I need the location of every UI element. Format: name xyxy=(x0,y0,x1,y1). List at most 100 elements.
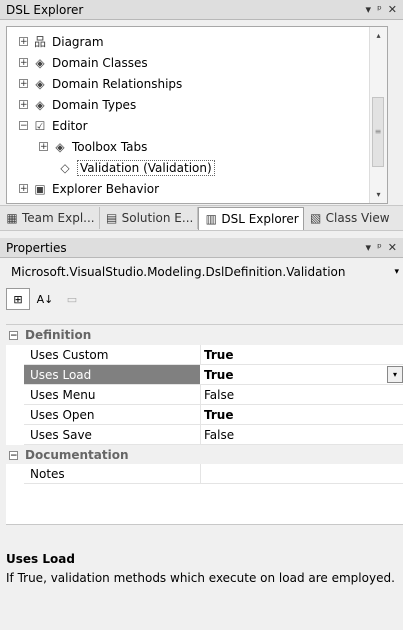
value-dropdown-icon[interactable]: ▾ xyxy=(387,366,403,383)
alphabetical-button[interactable]: A↓ xyxy=(33,288,57,310)
explorer-menu-icon[interactable]: ▾ xyxy=(366,3,372,16)
property-pages-icon: ▭ xyxy=(66,292,78,306)
description-title: Uses Load xyxy=(6,552,75,566)
expand-icon[interactable]: + xyxy=(39,142,48,152)
category-label: Definition xyxy=(25,328,92,342)
properties-menu-icon[interactable]: ▾ xyxy=(366,241,372,254)
diagram-icon: 品 xyxy=(33,35,46,49)
domain-type-icon: ◈ xyxy=(35,97,45,112)
tree-node-domain-relationships[interactable]: + ◈ Domain Relationships xyxy=(19,74,182,93)
expand-icon[interactable]: + xyxy=(19,184,28,194)
property-grid-empty-area xyxy=(6,484,403,525)
editor-icon: ☑ xyxy=(34,118,46,133)
tab-solution-explorer[interactable]: ▤ Solution E... xyxy=(100,207,199,229)
object-selector-value: Microsoft.VisualStudio.Modeling.DslDefin… xyxy=(11,265,346,279)
tree-node-explorer-behavior[interactable]: + ▣ Explorer Behavior xyxy=(19,179,159,198)
tree-node-label: Domain Relationships xyxy=(52,76,183,91)
collapse-icon[interactable]: − xyxy=(9,330,18,340)
explorer-pin-icon[interactable]: ᵖ xyxy=(377,3,382,16)
explorer-close-icon[interactable]: ✕ xyxy=(388,3,397,16)
toolbox-tabs-icon: ◈ xyxy=(55,139,65,154)
property-value[interactable]: True xyxy=(204,408,233,422)
property-grid: − Definition Uses Custom True Uses Load … xyxy=(6,324,403,465)
property-row-uses-open[interactable]: Uses Open True xyxy=(6,405,403,425)
expand-icon[interactable]: + xyxy=(19,100,28,110)
expand-icon[interactable]: + xyxy=(19,37,28,47)
tab-team-explorer[interactable]: ▦ Team Expl... xyxy=(0,207,100,229)
category-label: Documentation xyxy=(25,448,129,462)
tree-node-label: Domain Types xyxy=(52,97,137,112)
tree-node-diagram[interactable]: + 品 Diagram xyxy=(19,32,104,51)
description-pane: Uses Load If True, validation methods wh… xyxy=(6,550,403,630)
properties-pin-icon[interactable]: ᵖ xyxy=(377,241,382,254)
collapse-icon[interactable]: − xyxy=(19,121,28,131)
object-selector[interactable]: Microsoft.VisualStudio.Modeling.DslDefin… xyxy=(5,260,401,284)
property-value[interactable]: True xyxy=(204,368,233,382)
tree-node-domain-types[interactable]: + ◈ Domain Types xyxy=(19,95,136,114)
properties-titlebar: Properties ▾ ᵖ ✕ xyxy=(0,238,403,258)
property-value[interactable]: False xyxy=(204,388,234,402)
tool-window-tabs: ▦ Team Expl... ▤ Solution E... ▥ DSL Exp… xyxy=(0,205,403,231)
tree-node-validation[interactable]: ◇ Validation (Validation) xyxy=(57,158,215,177)
tree-scrollbar[interactable]: ▴ ≡ ▾ xyxy=(369,27,387,203)
explorer-title: DSL Explorer xyxy=(6,2,84,17)
tab-label: DSL Explorer xyxy=(221,211,299,226)
property-row-uses-save[interactable]: Uses Save False xyxy=(6,425,403,445)
property-name: Uses Save xyxy=(30,428,92,442)
tree-node-label: Validation (Validation) xyxy=(77,159,215,176)
properties-panel: Properties ▾ ᵖ ✕ Microsoft.VisualStudio.… xyxy=(0,238,403,602)
explorer-behavior-icon: ▣ xyxy=(34,181,46,196)
team-explorer-icon: ▦ xyxy=(6,211,18,225)
property-name: Uses Open xyxy=(30,408,95,422)
tab-label: Class View xyxy=(325,211,390,225)
property-pages-button[interactable]: ▭ xyxy=(60,288,84,310)
property-row-uses-custom[interactable]: Uses Custom True xyxy=(6,345,403,365)
domain-relationship-icon: ◈ xyxy=(35,76,45,91)
tab-label: Team Expl... xyxy=(22,211,95,225)
category-documentation[interactable]: − Documentation xyxy=(6,445,403,465)
tree-node-label: Explorer Behavior xyxy=(52,181,160,196)
dsl-explorer-icon: ▥ xyxy=(205,211,218,226)
scroll-down-icon[interactable]: ▾ xyxy=(370,186,387,203)
properties-title: Properties xyxy=(6,240,67,255)
property-row-notes[interactable]: Notes xyxy=(6,464,403,484)
tree-node-toolbox-tabs[interactable]: + ◈ Toolbox Tabs xyxy=(39,137,147,156)
dsl-explorer-panel: DSL Explorer ▾ ᵖ ✕ + 品 Diagram + ◈ Domai… xyxy=(0,0,403,204)
tree-node-label: Diagram xyxy=(52,34,104,49)
properties-close-icon[interactable]: ✕ xyxy=(388,241,397,254)
property-name: Uses Menu xyxy=(30,388,96,402)
tab-class-view[interactable]: ▧ Class View xyxy=(304,207,394,229)
solution-explorer-icon: ▤ xyxy=(105,211,118,225)
explorer-titlebar: DSL Explorer ▾ ᵖ ✕ xyxy=(0,0,403,20)
explorer-tree: + 品 Diagram + ◈ Domain Classes + ◈ Domai… xyxy=(6,26,388,204)
tab-label: Solution E... xyxy=(121,211,194,225)
expand-icon[interactable]: + xyxy=(19,58,28,68)
tree-node-label: Editor xyxy=(52,118,88,133)
tab-dsl-explorer[interactable]: ▥ DSL Explorer xyxy=(198,206,304,230)
validation-icon: ◇ xyxy=(60,160,70,175)
tree-node-label: Domain Classes xyxy=(52,55,148,70)
domain-class-icon: ◈ xyxy=(35,55,45,70)
description-text: If True, validation methods which execut… xyxy=(6,571,395,585)
category-definition[interactable]: − Definition xyxy=(6,325,403,345)
property-row-uses-load[interactable]: Uses Load True ▾ xyxy=(6,365,403,385)
scroll-up-icon[interactable]: ▴ xyxy=(370,27,387,44)
sort-alphabetical-icon: A↓ xyxy=(36,292,54,306)
property-name: Notes xyxy=(30,467,65,481)
property-name: Uses Load xyxy=(30,368,92,382)
property-row-uses-menu[interactable]: Uses Menu False xyxy=(6,385,403,405)
categorized-icon: ⊞ xyxy=(13,292,23,306)
tree-node-label: Toolbox Tabs xyxy=(72,139,148,154)
properties-toolbar: ⊞ A↓ ▭ xyxy=(6,288,87,310)
class-view-icon: ▧ xyxy=(310,211,322,225)
categorized-button[interactable]: ⊞ xyxy=(6,288,30,310)
tree-node-editor[interactable]: − ☑ Editor xyxy=(19,116,88,135)
property-value[interactable]: True xyxy=(204,348,233,362)
property-value[interactable]: False xyxy=(204,428,234,442)
scroll-thumb[interactable]: ≡ xyxy=(372,97,384,167)
tree-node-domain-classes[interactable]: + ◈ Domain Classes xyxy=(19,53,148,72)
chevron-down-icon[interactable]: ▾ xyxy=(394,267,399,277)
collapse-icon[interactable]: − xyxy=(9,450,18,460)
expand-icon[interactable]: + xyxy=(19,79,28,89)
property-name: Uses Custom xyxy=(30,348,109,362)
